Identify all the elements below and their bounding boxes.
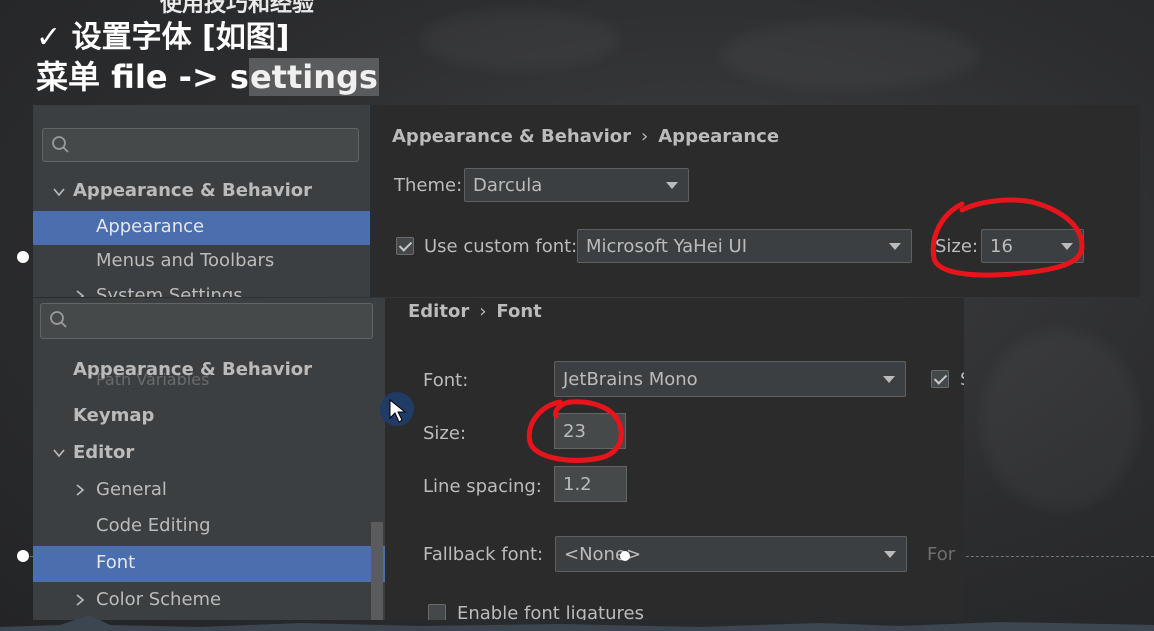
breadcrumb: Editor › Font [408,301,542,322]
line-spacing-input[interactable]: 1.2 [554,466,627,502]
move-cursor-icon [389,398,407,423]
font-select[interactable]: JetBrains Mono [554,361,906,397]
theme-label: Theme: [394,175,463,196]
settings-sidebar: Appearance & Behavior Appearance Menus a… [33,105,370,297]
breadcrumb-part[interactable]: Appearance & Behavior [392,126,631,147]
fallback-font-select[interactable]: <None> [555,536,907,572]
chalk-smudge [980,330,1140,510]
breadcrumb: Appearance & Behavior › Appearance [392,126,779,147]
settings-font-panel: Path Variables Appearance & Behavior Key… [33,298,964,620]
chalk-smudge [720,20,980,90]
custom-font-select[interactable]: Microsoft YaHei UI [577,229,912,263]
search-icon [52,136,69,153]
font-size-label: Size: [935,236,979,257]
menu-path-highlight: ettings [248,58,379,96]
chevron-down-icon [889,243,901,250]
slide-heading: ✓ 设置字体 [如图] [36,12,289,56]
custom-font-value: Microsoft YaHei UI [586,235,747,257]
chevron-down-icon [666,182,678,189]
slide-bullet [17,251,29,263]
tree-appearance-behavior[interactable]: Appearance & Behavior [73,180,312,201]
slide-heading-text: 设置字体 [如图] [71,20,290,55]
fallback-hint: For [927,544,956,565]
chalk-smudge [420,10,620,70]
sidebar-scrollbar[interactable] [371,522,383,620]
settings-sidebar: Path Variables Appearance & Behavior Key… [33,298,385,620]
tree-item-menus-toolbars[interactable]: Menus and Toolbars [96,250,274,271]
tree-item-code-editing[interactable]: Code Editing [96,515,211,536]
chevron-right-icon[interactable] [73,593,87,607]
font-label: Font: [423,370,469,391]
search-icon [50,311,67,328]
settings-search-input[interactable] [40,303,373,339]
monospaced-only-label: S [960,369,964,390]
settings-appearance-panel: Appearance & Behavior Appearance Menus a… [33,105,1140,297]
chevron-down-icon [884,551,896,558]
breadcrumb-current: Appearance [658,126,780,147]
chevron-down-icon[interactable] [52,185,66,199]
breadcrumb-separator: › [479,301,487,322]
size-label: Size: [423,423,467,444]
slide-menu-path: 菜单 file -> settings [36,52,379,98]
tree-item-general[interactable]: General [96,479,167,500]
chevron-down-icon [883,376,895,383]
menu-path-prefix: 菜单 file -> s [36,58,249,96]
theme-value: Darcula [473,174,543,196]
tree-item-appearance[interactable]: Appearance [96,216,204,237]
theme-select[interactable]: Darcula [464,168,689,202]
breadcrumb-part[interactable]: Editor [408,301,469,322]
slide-bullet [17,550,29,562]
tree-selection-highlight [33,546,385,582]
tree-item-system-settings[interactable]: System Settings [96,285,243,297]
appearance-content: Appearance & Behavior › Appearance Theme: … [370,105,1140,297]
breadcrumb-current: Font [496,301,542,322]
custom-font-checkbox[interactable] [396,237,414,255]
chevron-down-icon[interactable] [52,446,66,460]
font-value: JetBrains Mono [563,368,698,390]
fallback-font-label: Fallback font: [423,544,544,565]
tree-item-color-scheme[interactable]: Color Scheme [96,589,221,610]
size-input[interactable]: 23 [554,413,626,449]
custom-font-label: Use custom font: [424,236,578,257]
line-spacing-label: Line spacing: [423,476,542,497]
dropdown-pointer-dot [620,551,630,561]
font-size-value: 16 [990,235,1013,257]
tree-appearance-behavior[interactable]: Appearance & Behavior [73,359,312,380]
settings-search-input[interactable] [42,128,359,162]
monospaced-only-checkbox[interactable] [931,370,949,388]
breadcrumb-separator: › [641,126,649,147]
font-content: Editor › Font Font: JetBrains Mono S Size:… [385,298,964,620]
tree-item-keymap[interactable]: Keymap [73,405,154,426]
chevron-right-icon[interactable] [73,289,87,297]
chevron-right-icon[interactable] [73,483,87,497]
chevron-down-icon [1061,243,1073,250]
font-size-select[interactable]: 16 [981,229,1084,263]
tree-item-editor[interactable]: Editor [73,442,134,463]
check-icon: ✓ [36,20,62,55]
tree-item-font[interactable]: Font [96,552,135,573]
mountain-silhouette [0,615,1154,631]
